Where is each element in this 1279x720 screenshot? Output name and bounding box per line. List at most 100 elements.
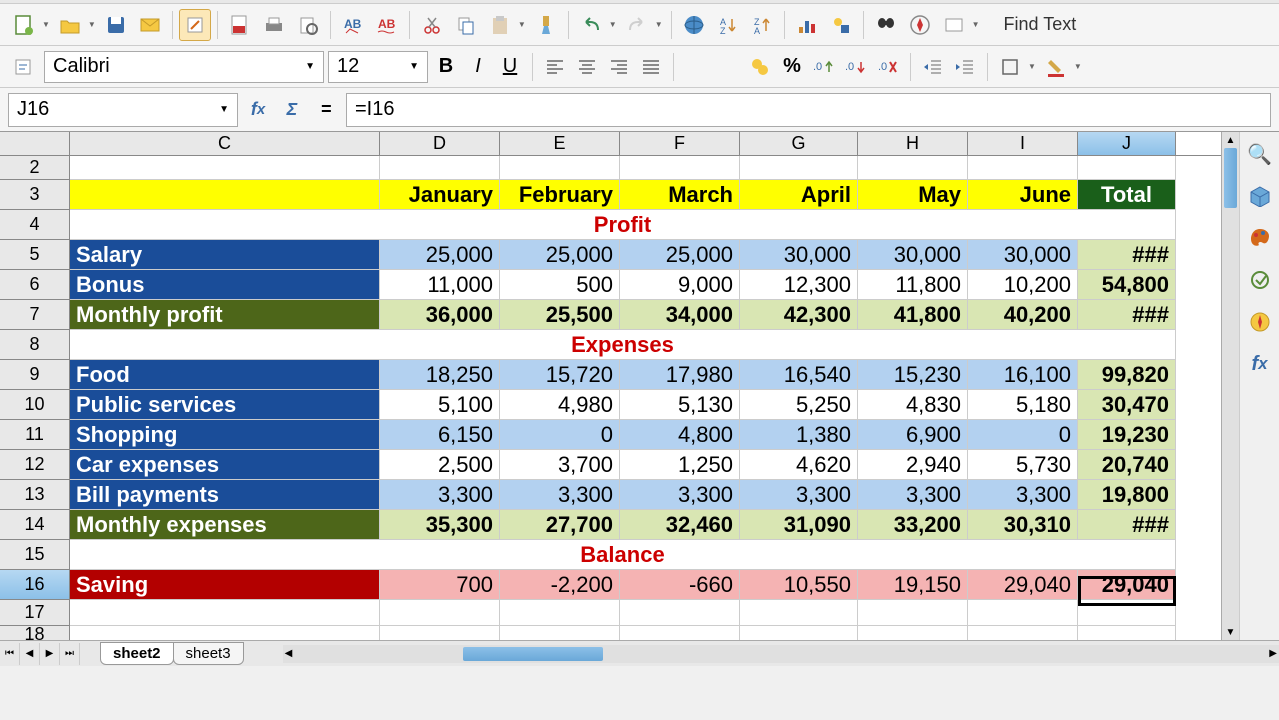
cell-month-apr[interactable]: April [740, 180, 858, 210]
formula-input[interactable]: =I16 [346, 93, 1271, 127]
underline-button[interactable]: U [496, 53, 524, 81]
sheet-tab-sheet2[interactable]: sheet2 [100, 642, 174, 665]
chart-button[interactable] [791, 9, 823, 41]
delete-decimal-button[interactable]: .0 [874, 53, 902, 81]
properties-icon[interactable]: 🔍 [1246, 140, 1274, 168]
cell-expenses-section[interactable]: Expenses [70, 330, 1176, 360]
undo-button[interactable] [575, 9, 607, 41]
row-header-15[interactable]: 15 [0, 540, 70, 570]
borders-button[interactable] [996, 53, 1024, 81]
email-button[interactable] [134, 9, 166, 41]
font-size-select[interactable]: 12 ▼ [328, 51, 428, 83]
undo-dropdown[interactable]: ▼ [607, 20, 619, 29]
cell-profit-section[interactable]: Profit [70, 210, 1176, 240]
export-pdf-button[interactable] [224, 9, 256, 41]
currency-button[interactable] [746, 53, 774, 81]
cell-month-jun[interactable]: June [968, 180, 1078, 210]
col-header-h[interactable]: H [858, 132, 968, 155]
print-preview-button[interactable] [292, 9, 324, 41]
cell-salary-label[interactable]: Salary [70, 240, 380, 270]
bg-color-button[interactable] [1042, 53, 1070, 81]
palette-icon[interactable] [1246, 224, 1274, 252]
functions-icon[interactable]: fx [1246, 350, 1274, 378]
vscroll-thumb[interactable] [1224, 148, 1237, 208]
row-header-4[interactable]: 4 [0, 210, 70, 240]
increase-indent-button[interactable] [951, 53, 979, 81]
row-header-2[interactable]: 2 [0, 156, 70, 180]
cell-bonus-label[interactable]: Bonus [70, 270, 380, 300]
row-header-5[interactable]: 5 [0, 240, 70, 270]
cut-button[interactable] [416, 9, 448, 41]
tab-next-button[interactable]: ▶ [40, 643, 60, 665]
format-paintbrush-button[interactable] [530, 9, 562, 41]
decrease-indent-button[interactable] [919, 53, 947, 81]
spellcheck-button[interactable]: AB [337, 9, 369, 41]
new-doc-dropdown[interactable]: ▼ [40, 20, 52, 29]
cell-month-may[interactable]: May [858, 180, 968, 210]
row-header-13[interactable]: 13 [0, 480, 70, 510]
sort-desc-button[interactable]: ZA [746, 9, 778, 41]
col-header-j[interactable]: J [1078, 132, 1176, 155]
edit-button[interactable] [179, 9, 211, 41]
vertical-scrollbar[interactable]: ▲ ▼ [1221, 132, 1239, 640]
tab-prev-button[interactable]: ◀ [20, 643, 40, 665]
cell-balance-section[interactable]: Balance [70, 540, 1176, 570]
tab-last-button[interactable]: ⏭ [60, 643, 80, 665]
cell-month-feb[interactable]: February [500, 180, 620, 210]
hscroll-right-button[interactable]: ▶ [1269, 648, 1277, 659]
horizontal-scrollbar[interactable]: ◀ ▶ [283, 645, 1279, 663]
cell-blank-header[interactable] [70, 180, 380, 210]
row-header-18[interactable]: 18 [0, 626, 70, 640]
row-header-11[interactable]: 11 [0, 420, 70, 450]
gallery-dropdown[interactable]: ▼ [970, 20, 982, 29]
sum-button[interactable]: Σ [278, 96, 306, 124]
col-header-g[interactable]: G [740, 132, 858, 155]
copy-button[interactable] [450, 9, 482, 41]
col-header-i[interactable]: I [968, 132, 1078, 155]
col-header-c[interactable]: C [70, 132, 380, 155]
cell-total-header[interactable]: Total [1078, 180, 1176, 210]
gallery-side-icon[interactable] [1246, 266, 1274, 294]
row-header-10[interactable]: 10 [0, 390, 70, 420]
italic-button[interactable]: I [464, 53, 492, 81]
cell-saving-total[interactable]: 29,040 [1078, 570, 1176, 600]
bold-button[interactable]: B [432, 53, 460, 81]
paste-dropdown[interactable]: ▼ [516, 20, 528, 29]
gallery-button[interactable] [938, 9, 970, 41]
paste-button[interactable] [484, 9, 516, 41]
align-right-button[interactable] [605, 53, 633, 81]
navigator-side-icon[interactable] [1246, 308, 1274, 336]
row-header-12[interactable]: 12 [0, 450, 70, 480]
autospell-button[interactable]: AB [371, 9, 403, 41]
scroll-down-button[interactable]: ▼ [1222, 624, 1239, 640]
hscroll-thumb[interactable] [463, 647, 603, 661]
col-header-d[interactable]: D [380, 132, 500, 155]
col-header-f[interactable]: F [620, 132, 740, 155]
cube-icon[interactable] [1246, 182, 1274, 210]
align-justify-button[interactable] [637, 53, 665, 81]
styles-button[interactable] [8, 51, 40, 83]
new-doc-button[interactable] [8, 9, 40, 41]
find-button[interactable] [870, 9, 902, 41]
font-name-select[interactable]: Calibri ▼ [44, 51, 324, 83]
borders-dropdown[interactable]: ▼ [1026, 62, 1038, 71]
cell-monthly-profit-label[interactable]: Monthly profit [70, 300, 380, 330]
scroll-up-button[interactable]: ▲ [1222, 132, 1239, 148]
hyperlink-button[interactable] [678, 9, 710, 41]
equals-button[interactable]: = [312, 96, 340, 124]
cell-reference-box[interactable]: J16 ▼ [8, 93, 238, 127]
row-header-14[interactable]: 14 [0, 510, 70, 540]
percent-button[interactable]: % [778, 53, 806, 81]
show-draw-button[interactable] [825, 9, 857, 41]
col-header-e[interactable]: E [500, 132, 620, 155]
select-all-corner[interactable] [0, 132, 70, 155]
redo-dropdown[interactable]: ▼ [653, 20, 665, 29]
save-button[interactable] [100, 9, 132, 41]
redo-button[interactable] [621, 9, 653, 41]
print-button[interactable] [258, 9, 290, 41]
align-center-button[interactable] [573, 53, 601, 81]
row-header-7[interactable]: 7 [0, 300, 70, 330]
bg-color-dropdown[interactable]: ▼ [1072, 62, 1084, 71]
grid[interactable]: C D E F G H I J 2 3 January February Mar… [0, 132, 1221, 640]
row-header-16[interactable]: 16 [0, 570, 70, 600]
